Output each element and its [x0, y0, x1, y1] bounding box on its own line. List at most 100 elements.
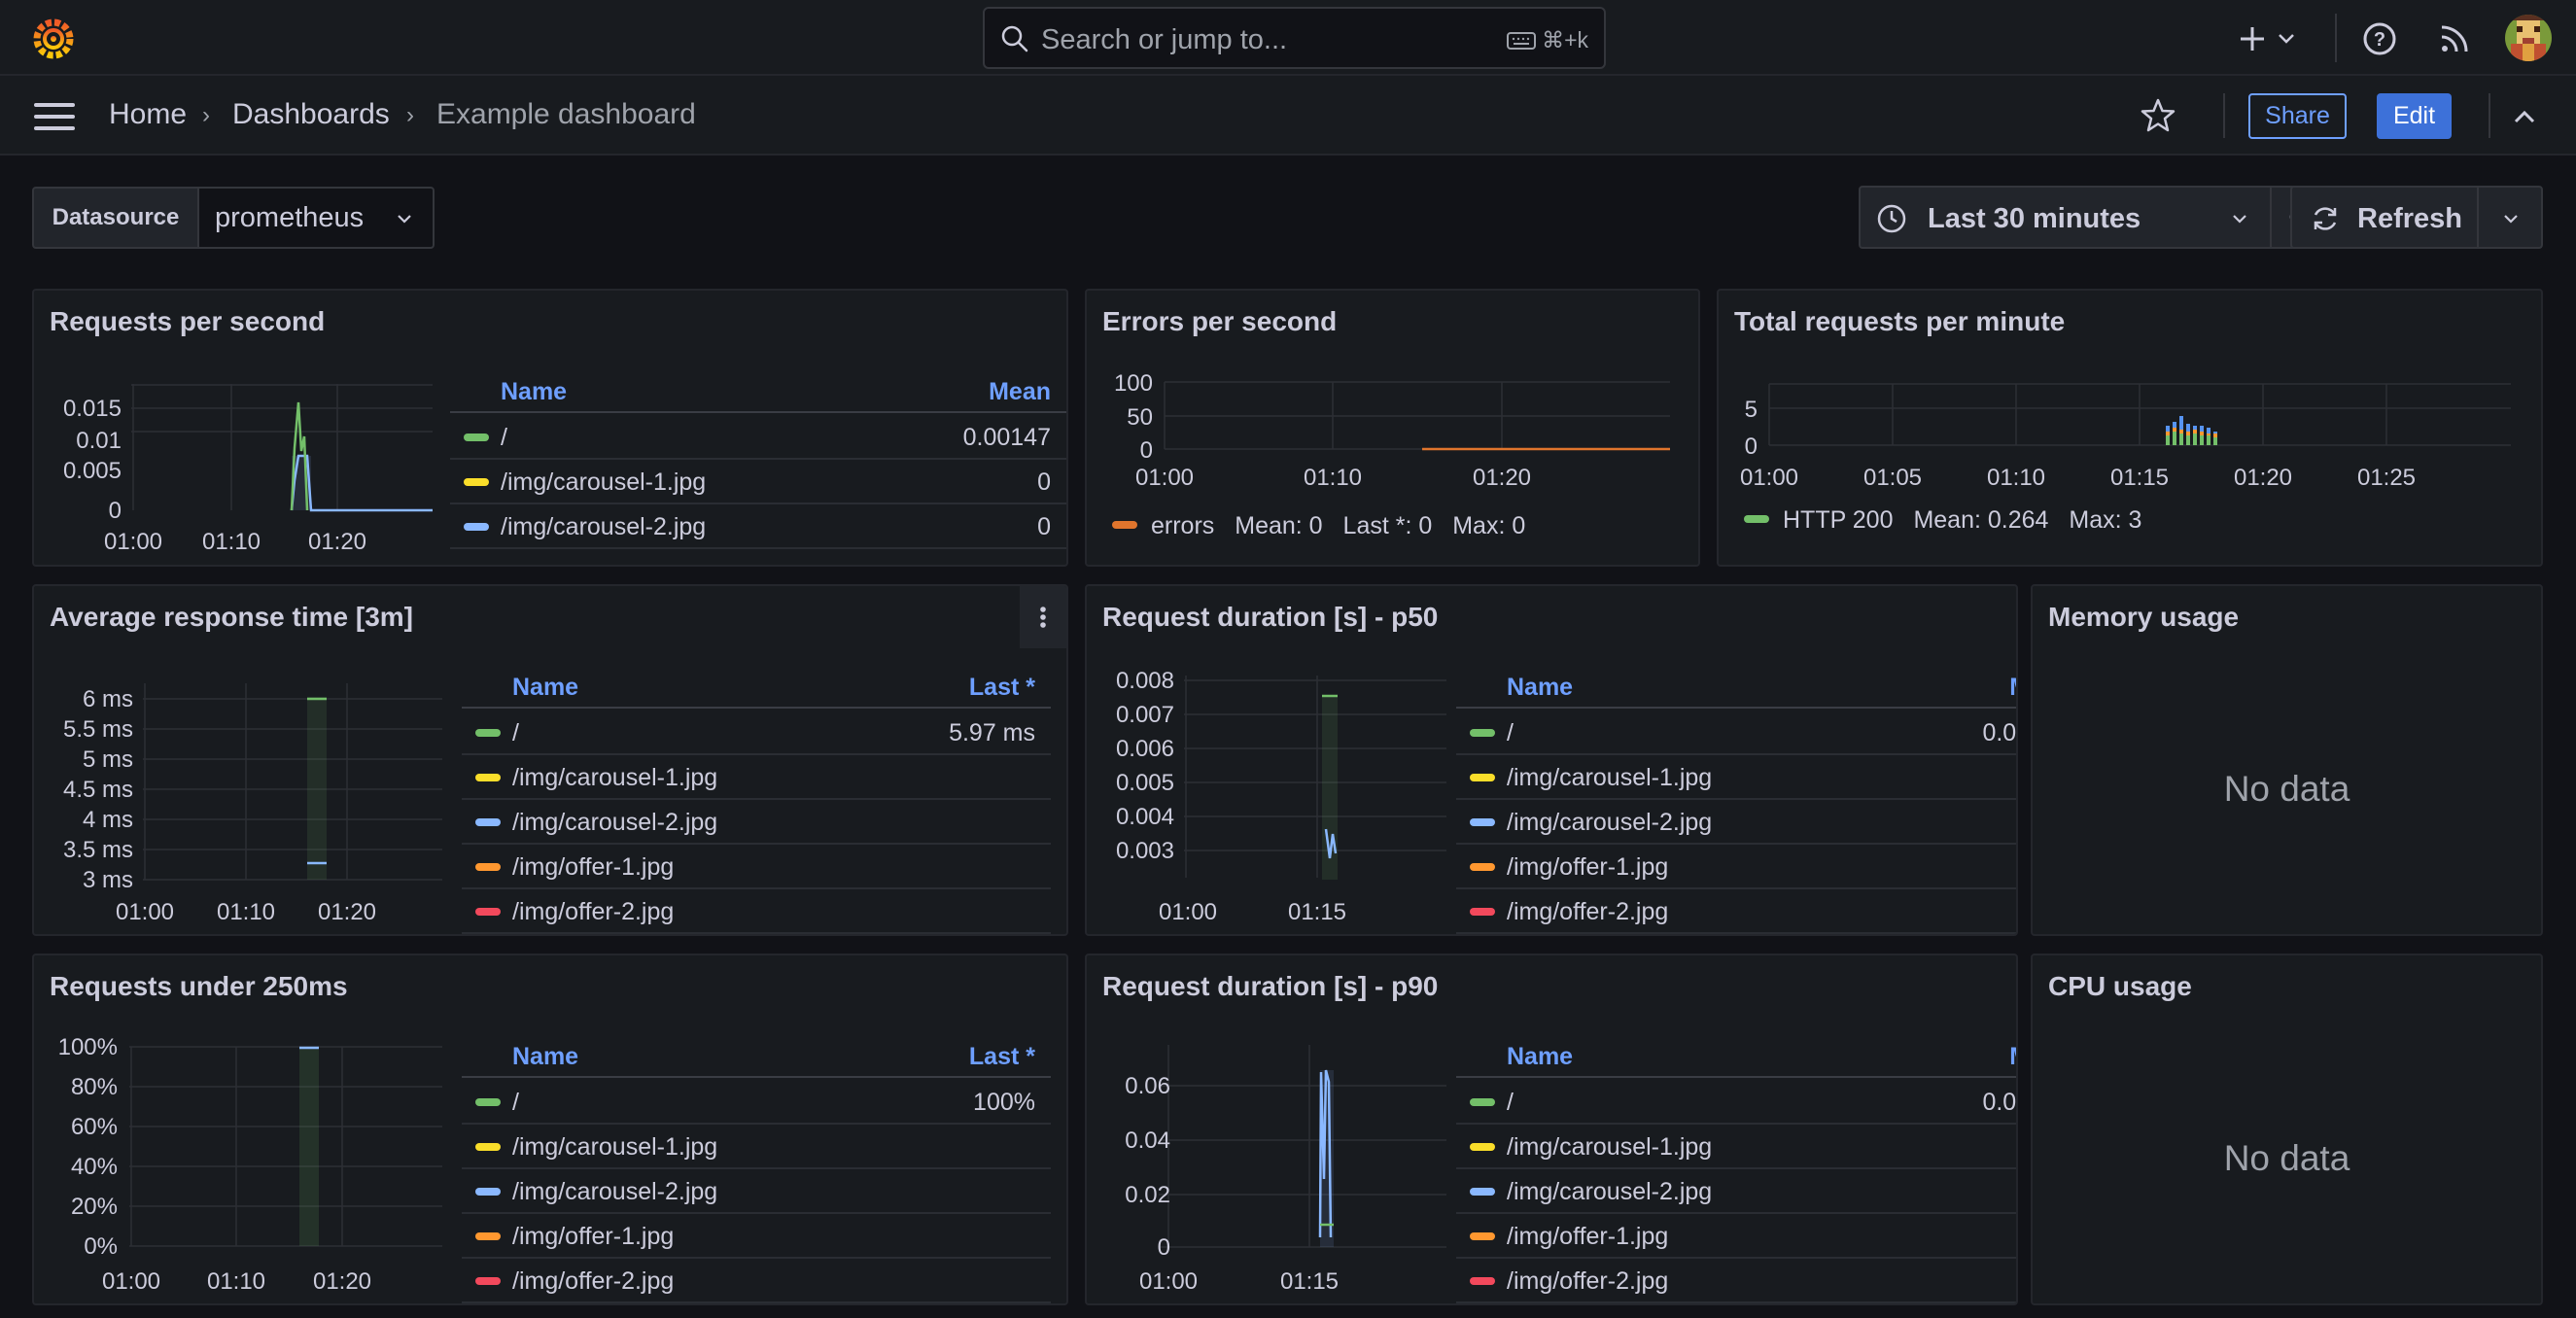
legend-row[interactable]: /img/carousel-2.jpg: [462, 1169, 1051, 1214]
legend-header-name[interactable]: Name: [512, 674, 578, 702]
panel-memory-usage[interactable]: Memory usage No data: [2031, 584, 2543, 936]
news-icon[interactable]: [2435, 19, 2474, 58]
legend-header-value[interactable]: Me: [2009, 674, 2016, 702]
legend-row[interactable]: /img/carousel-1.jpg: [462, 755, 1051, 800]
breadcrumb-separator: ›: [406, 102, 414, 128]
x-axis-tick-label: 01:25: [2357, 465, 2416, 491]
chevron-up-icon[interactable]: [2508, 101, 2541, 134]
legend-row[interactable]: / 0.007: [1456, 711, 2016, 755]
x-axis-tick-label: 01:20: [2234, 465, 2292, 491]
legend-header-value[interactable]: Last *: [969, 1043, 1035, 1071]
legend-row[interactable]: /img/offer-2.jpg: [462, 889, 1051, 934]
legend-row[interactable]: /img/offer-1.jpg: [1456, 845, 2016, 889]
legend-row[interactable]: / 100%: [462, 1080, 1051, 1125]
bar-segment: [2186, 424, 2190, 432]
legend-row[interactable]: /img/carousel-1.jpg 0: [450, 460, 1066, 504]
y-axis-tick-label: 0.004: [1116, 804, 1174, 830]
legend-header-value[interactable]: Mean: [989, 378, 1051, 406]
legend-row[interactable]: /img/carousel-2.jpg: [1456, 800, 2016, 845]
legend-row[interactable]: / 0.009: [1456, 1080, 2016, 1125]
series-fill: [299, 1047, 319, 1246]
y-axis-tick-label: 100%: [58, 1034, 118, 1060]
legend-row[interactable]: /img/carousel-1.jpg: [462, 1125, 1051, 1169]
search-placeholder: Search or jump to...: [1041, 24, 1288, 55]
search-bar[interactable]: Search or jump to... ⌘+k: [983, 7, 1606, 69]
legend-row[interactable]: /img/carousel-2.jpg 0: [450, 504, 1066, 549]
y-axis-tick-label: 0%: [84, 1233, 118, 1260]
panel-total-requests-per-minute[interactable]: Total requests per minute 5 0 01:00 01:05 01…: [1717, 289, 2543, 567]
legend-stat-mean: Mean: 0.264: [1913, 506, 2049, 534]
x-axis-tick-label: 01:00: [1135, 465, 1194, 491]
user-avatar[interactable]: [2505, 15, 2552, 61]
panel-request-duration-p50[interactable]: Request duration [s] - p50 0.008 0.007 0.0…: [1085, 584, 2018, 936]
chevron-down-icon: [2504, 215, 2518, 224]
legend-table: Name Mean / 0.00147/img/carousel-1.jpg 0/img…: [450, 370, 1066, 565]
panel-average-response-time[interactable]: Average response time [3m] 6 ms 5.5 ms 5 m…: [32, 584, 1068, 936]
legend-swatch: [1470, 1188, 1495, 1196]
panel-request-duration-p90[interactable]: Request duration [s] - p90 0.06 0.04 0.02 0…: [1085, 954, 2018, 1305]
legend-row[interactable]: /img/carousel-2.jpg: [1456, 1169, 2016, 1214]
legend-row[interactable]: /img/offer-2.jpg: [462, 1259, 1051, 1303]
chevron-down-icon[interactable]: [2275, 27, 2298, 51]
legend-header-value[interactable]: Me: [2009, 1043, 2016, 1071]
datasource-select[interactable]: prometheus: [197, 187, 435, 249]
legend-series-name: /img/offer-2.jpg: [512, 898, 675, 925]
refresh-interval-dropdown[interactable]: [2477, 186, 2543, 249]
panel-errors-per-second[interactable]: Errors per second 100 50 0 01:00 01:10 01:20 …: [1085, 289, 1700, 567]
legend-series-name: /img/offer-2.jpg: [1507, 898, 1669, 925]
x-axis-tick-label: 01:15: [1280, 1268, 1339, 1295]
help-icon[interactable]: ?: [2360, 19, 2399, 58]
legend-row[interactable]: /img/offer-1.jpg: [1456, 1214, 2016, 1259]
edit-button[interactable]: Edit: [2377, 93, 2452, 139]
legend-swatch: [1470, 1277, 1495, 1285]
legend-row[interactable]: /img/offer-2.jpg: [1456, 889, 2016, 934]
chart-request-duration-p90: 0.06 0.04 0.02 0 01:00 01:15: [1125, 1045, 1446, 1295]
menu-toggle-icon[interactable]: [34, 103, 75, 130]
breadcrumb-home[interactable]: Home: [109, 98, 187, 131]
time-range-picker[interactable]: Last 30 minutes: [1859, 186, 2272, 249]
legend-row[interactable]: /img/offer-1.jpg: [462, 1214, 1051, 1259]
clock-icon: [1877, 204, 1906, 233]
legend-table: Name Last * / 100% /img/carousel-1.jpg/img/c…: [462, 1035, 1051, 1303]
legend-header-name[interactable]: Name: [1507, 674, 1573, 702]
star-icon[interactable]: [2140, 97, 2176, 134]
legend-swatch: [1112, 521, 1137, 530]
legend-swatch: [1744, 515, 1769, 524]
x-axis-tick-label: 01:00: [102, 1268, 160, 1295]
panel-cpu-usage[interactable]: CPU usage No data: [2031, 954, 2543, 1305]
legend-series-name[interactable]: HTTP 200: [1783, 506, 1893, 534]
legend-row[interactable]: / 0.00147: [450, 415, 1066, 460]
legend-row[interactable]: /img/carousel-1.jpg: [1456, 755, 2016, 800]
legend-row[interactable]: /img/carousel-1.jpg: [1456, 1125, 2016, 1169]
panel-menu-button[interactable]: [1020, 586, 1066, 648]
legend-swatch: [1470, 1232, 1495, 1240]
legend-row[interactable]: /img/carousel-2.jpg: [462, 800, 1051, 845]
grafana-logo[interactable]: [29, 14, 78, 62]
legend-series-name: /img/carousel-2.jpg: [1507, 1178, 1713, 1205]
bar-segment: [2207, 435, 2210, 445]
series-line-carousel-2: [290, 454, 433, 512]
breadcrumb-dashboards[interactable]: Dashboards: [232, 98, 390, 131]
panel-requests-per-second[interactable]: Requests per second 0.015 0.01 0.005 0 01:00…: [32, 289, 1068, 567]
legend-row[interactable]: / 5.97 ms: [462, 711, 1051, 755]
x-axis-tick-label: 01:00: [104, 529, 162, 555]
legend-row[interactable]: /img/offer-2.jpg: [1456, 1259, 2016, 1303]
refresh-button[interactable]: Refresh: [2290, 186, 2479, 249]
legend-header-value[interactable]: Last *: [969, 674, 1035, 702]
legend-header-name[interactable]: Name: [1507, 1043, 1573, 1071]
y-axis-tick-label: 0.006: [1116, 736, 1174, 762]
legend-series-name: /img/offer-1.jpg: [512, 853, 675, 881]
legend-row[interactable]: /img/offer-1.jpg: [462, 845, 1051, 889]
legend-swatch: [1470, 863, 1495, 871]
share-button[interactable]: Share: [2248, 93, 2347, 139]
legend-swatch: [464, 434, 489, 441]
legend-series-name[interactable]: errors: [1151, 512, 1214, 539]
plus-icon[interactable]: [2240, 19, 2279, 58]
legend-header-name[interactable]: Name: [512, 1043, 578, 1071]
y-axis-tick-label: 0: [109, 498, 122, 524]
panel-requests-under-250ms[interactable]: Requests under 250ms 100% 80% 60% 40% 20% 0% 0…: [32, 954, 1068, 1305]
y-axis-tick-label: 0: [1140, 437, 1153, 464]
search-shortcut: ⌘+k: [1507, 27, 1588, 53]
y-axis-tick-label: 60%: [71, 1114, 118, 1140]
legend-header-name[interactable]: Name: [501, 378, 567, 406]
